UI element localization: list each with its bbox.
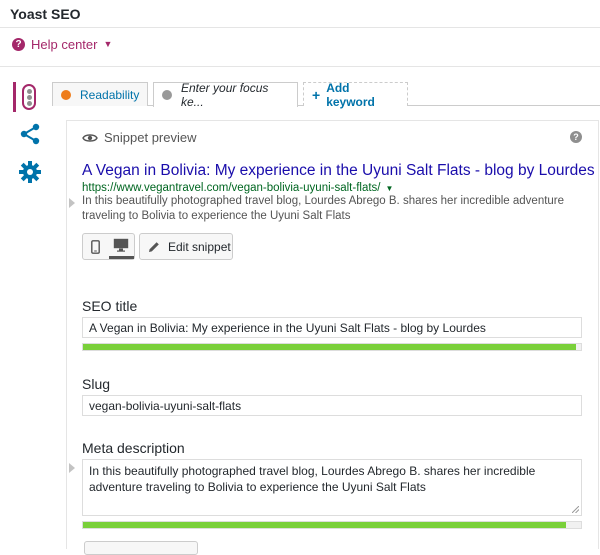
tab-readability[interactable]: Readability <box>52 82 148 106</box>
panel-border <box>66 120 599 121</box>
status-dot-icon <box>162 90 172 100</box>
snippet-preview-heading: Snippet preview <box>82 130 197 145</box>
slug-input[interactable]: vegan-bolivia-uyuni-salt-flats <box>82 395 582 416</box>
add-keyword-label: Add keyword <box>326 80 375 109</box>
traffic-light-icon[interactable] <box>22 84 36 110</box>
status-dot-icon <box>61 89 71 100</box>
meta-description-text: In this beautifully photographed travel … <box>89 464 536 494</box>
edit-snippet-button[interactable]: Edit snippet <box>139 233 233 260</box>
seo-title-progress <box>82 343 582 351</box>
panel-border <box>598 120 599 549</box>
seo-title-progress-fill <box>83 344 577 350</box>
seo-title-label: SEO title <box>82 298 138 314</box>
divider <box>0 27 600 28</box>
snippet-title[interactable]: A Vegan in Bolivia: My experience in the… <box>82 162 595 180</box>
share-icon[interactable] <box>18 122 42 146</box>
meta-description-label: Meta description <box>82 440 185 456</box>
edit-snippet-label: Edit snippet <box>168 239 231 254</box>
meta-description-progress-fill <box>83 522 567 528</box>
panel-border <box>66 120 67 549</box>
eye-icon <box>82 133 98 142</box>
mobile-preview-button[interactable] <box>83 234 109 259</box>
snippet-url-text: https://www.vegantravel.com/vegan-bolivi… <box>82 182 381 194</box>
tab-focus-keyword[interactable]: Enter your focus ke... <box>153 81 298 109</box>
help-center-toggle[interactable]: ? Help center ▼ <box>12 35 112 53</box>
add-keyword-button[interactable]: + Add keyword <box>303 80 408 109</box>
resize-handle-icon[interactable] <box>572 506 579 513</box>
close-snippet-editor-button[interactable] <box>84 541 198 555</box>
desktop-preview-button[interactable] <box>108 234 134 259</box>
slug-label: Slug <box>82 376 111 392</box>
plus-icon: + <box>312 86 321 103</box>
mobile-icon <box>91 239 101 254</box>
tab-label: Enter your focus ke... <box>181 81 269 109</box>
device-toggle-group <box>82 233 135 260</box>
help-question-icon[interactable]: ? <box>570 131 582 143</box>
gear-icon[interactable] <box>18 160 42 184</box>
caret-down-icon: ▼ <box>103 39 113 49</box>
snippet-url[interactable]: https://www.vegantravel.com/vegan-bolivi… <box>82 182 393 194</box>
question-circle-icon: ? <box>12 37 25 51</box>
caret-right-icon <box>69 198 75 208</box>
tab-label: Readability <box>80 87 140 102</box>
snippet-preview-label: Snippet preview <box>104 130 197 145</box>
meta-description-progress <box>82 521 582 529</box>
desktop-icon <box>114 238 129 252</box>
caret-right-icon <box>69 463 75 473</box>
snippet-description[interactable]: In this beautifully photographed travel … <box>82 194 592 224</box>
page-title: Yoast SEO <box>10 6 81 22</box>
divider <box>0 66 600 67</box>
seo-title-input[interactable]: A Vegan in Bolivia: My experience in the… <box>82 317 582 338</box>
help-center-label: Help center <box>31 36 98 52</box>
caret-down-icon: ▼ <box>385 183 394 193</box>
pencil-icon <box>149 241 159 252</box>
meta-description-textarea[interactable]: In this beautifully photographed travel … <box>82 459 582 516</box>
